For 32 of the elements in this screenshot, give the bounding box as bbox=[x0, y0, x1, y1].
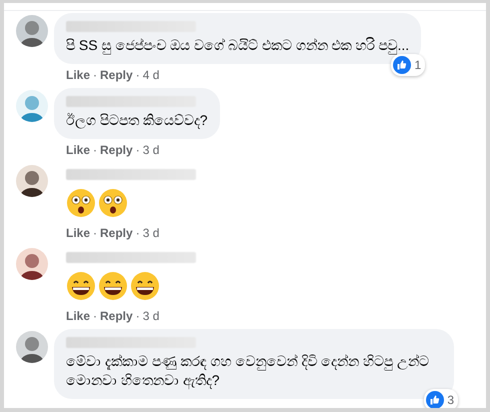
comment-text: ඊලග පිටපත කියෙව්වද? bbox=[66, 111, 208, 130]
reply-link[interactable]: Reply bbox=[100, 68, 133, 82]
comment-text: මේවා දැක්කාම පණු කරඳ ගහ වෙනුවෙන් දිවි දෙන්න හිටපු උන්ට මොනවා හිතෙනවා ඇතිද? bbox=[66, 352, 430, 390]
reply-link[interactable]: Reply bbox=[100, 309, 133, 323]
like-icon bbox=[393, 56, 412, 74]
separator-dot: · bbox=[136, 68, 140, 82]
comment-time: 3 d bbox=[142, 143, 160, 157]
grinning-face-icon bbox=[130, 271, 160, 301]
astonished-face-icon bbox=[66, 188, 96, 218]
separator-dot: · bbox=[136, 143, 140, 157]
comment-time: 4 d bbox=[142, 68, 160, 82]
astonished-face-icon bbox=[98, 188, 128, 218]
comment-text: පි SS සු ජෙප්පංච ඔය වගේ බයිට් එකට ගන්න එක හරි පවු... bbox=[66, 36, 410, 55]
like-link[interactable]: Like bbox=[66, 68, 90, 82]
comment-time: 3 d bbox=[142, 226, 160, 240]
separator-dot: · bbox=[93, 309, 98, 323]
separator-dot: · bbox=[136, 309, 140, 323]
separator-dot: · bbox=[93, 226, 98, 240]
grinning-face-icon bbox=[98, 271, 128, 301]
comment-time: 3 d bbox=[142, 309, 160, 323]
separator-dot: · bbox=[136, 226, 140, 240]
like-icon bbox=[426, 391, 444, 408]
like-link[interactable]: Like bbox=[66, 143, 90, 157]
reply-link[interactable]: Reply bbox=[100, 226, 133, 240]
separator-dot: · bbox=[93, 68, 98, 82]
grinning-face-icon bbox=[66, 271, 96, 301]
reaction-badge[interactable]: 1 bbox=[391, 54, 426, 76]
separator-dot: · bbox=[93, 143, 98, 157]
like-link[interactable]: Like bbox=[66, 309, 90, 323]
reaction-badge[interactable]: 3 bbox=[424, 389, 458, 408]
like-link[interactable]: Like bbox=[66, 226, 90, 240]
reply-link[interactable]: Reply bbox=[100, 143, 133, 157]
